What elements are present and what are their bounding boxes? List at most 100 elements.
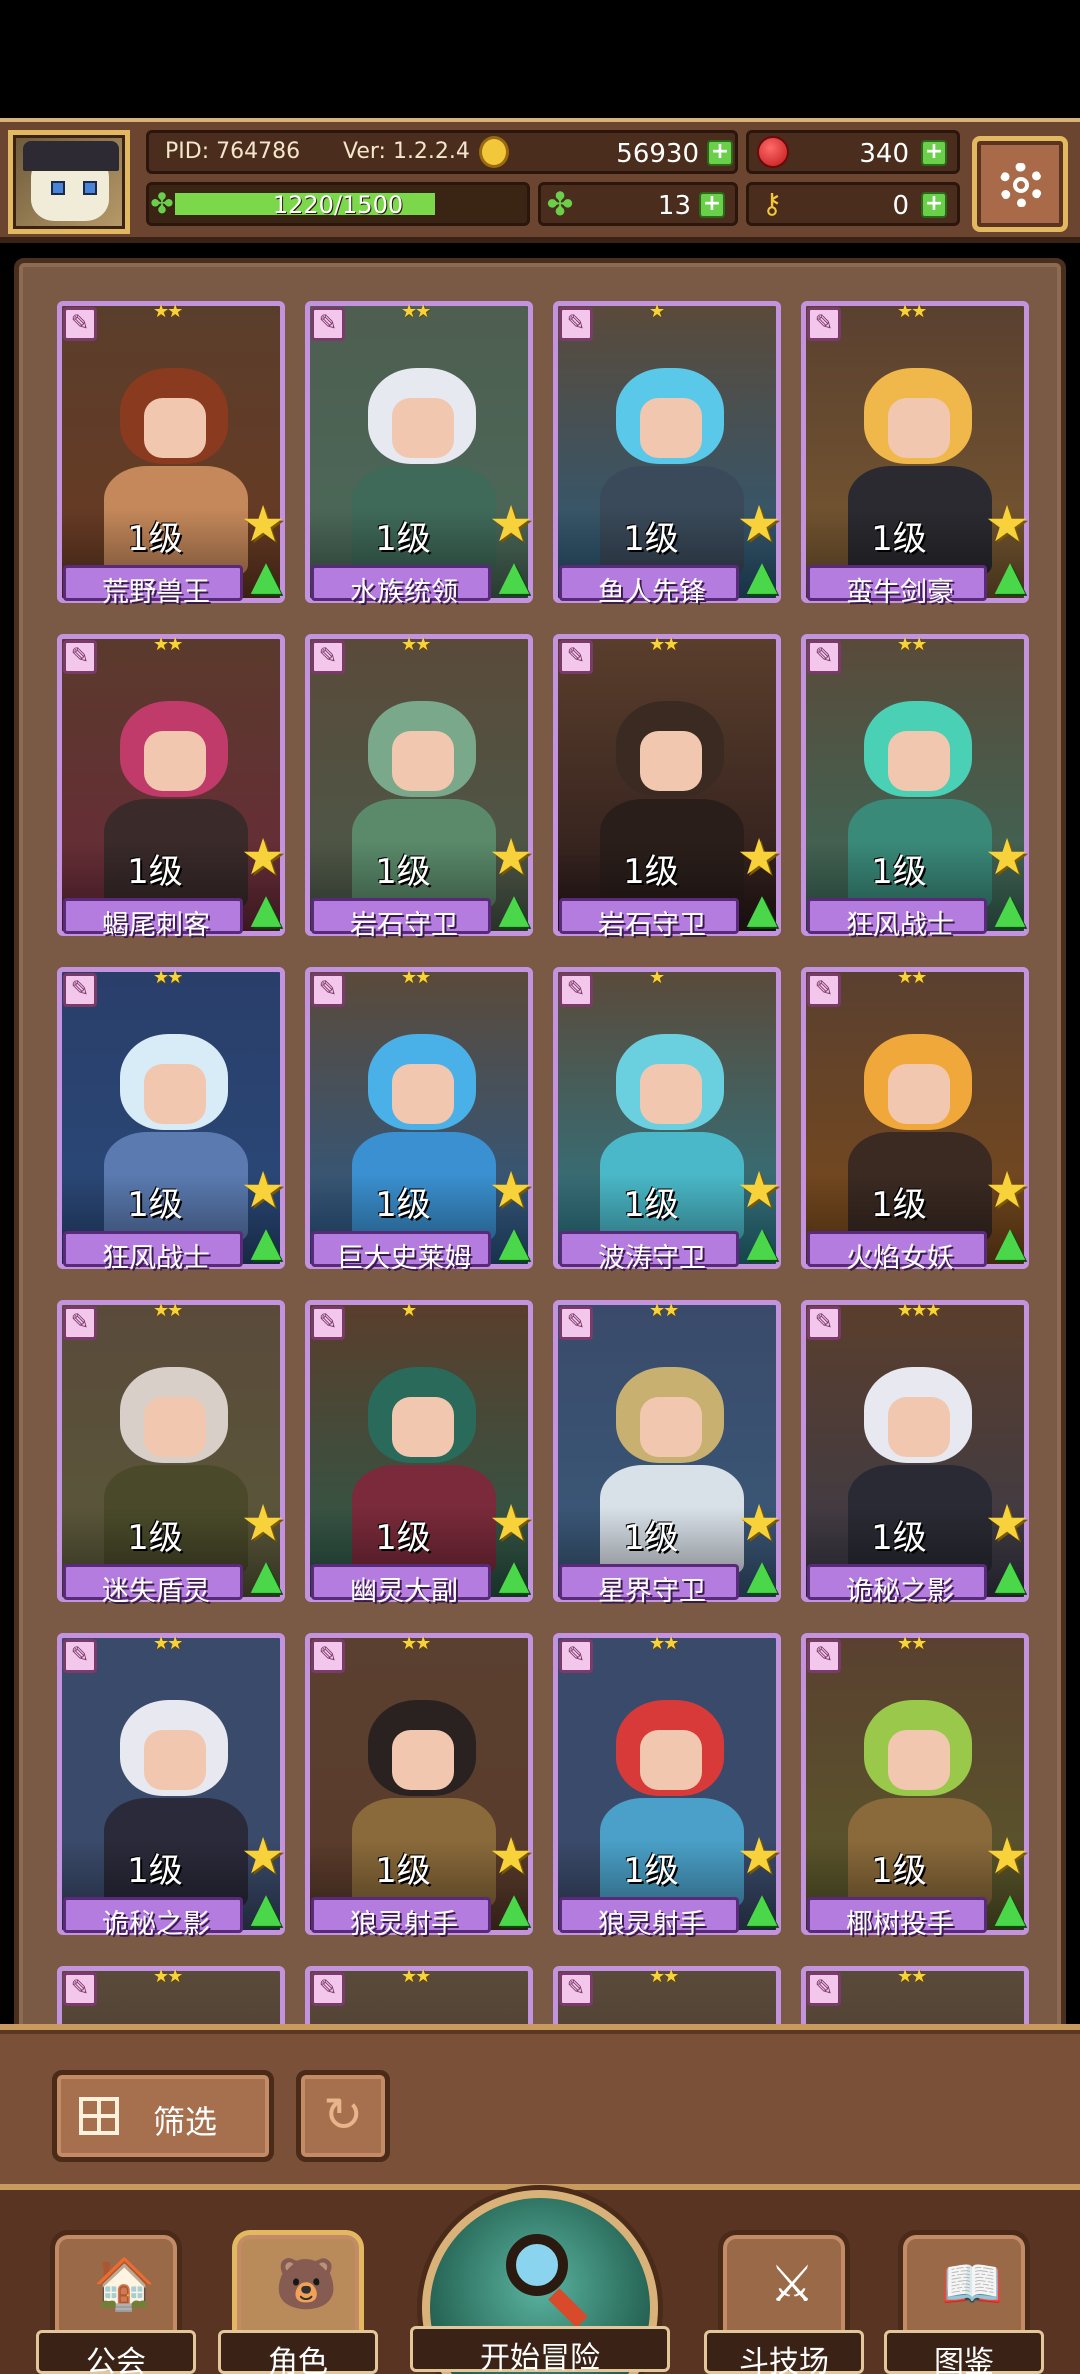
add-keys-button[interactable]: + (921, 192, 947, 218)
avatar-eye (51, 181, 65, 195)
class-feather-icon: ✎ (559, 1306, 593, 1340)
star-upgrade-icon: ★ (736, 1827, 782, 1885)
character-card[interactable]: ✎ ★★ 1级 ★ 迷失盾灵 ▲ (57, 1300, 285, 1607)
name-plate: 岩石守卫 (311, 898, 491, 941)
star-upgrade-icon: ★ (736, 495, 782, 553)
add-clover-button[interactable]: + (699, 192, 725, 218)
nav-character[interactable]: 🐻 角色 (218, 2230, 378, 2374)
character-level: 1级 (623, 1518, 679, 1558)
character-card[interactable]: ✎ ★ 1级 ★ 波涛守卫 ▲ (553, 967, 781, 1274)
start-adventure-label: 开始冒险 (480, 2341, 600, 2374)
level-up-arrow-icon: ▲ (250, 553, 282, 599)
name-plate: 波涛守卫 (559, 1231, 739, 1274)
character-card[interactable]: ✎ ★★ 1级 ★ 蝎尾刺客 ▲ (57, 634, 285, 941)
character-name: 岩石守卫 (598, 910, 706, 941)
settings-button[interactable] (972, 136, 1068, 232)
rarity-stars: ★ (401, 1300, 417, 1321)
player-avatar[interactable] (8, 130, 130, 234)
class-feather-icon: ✎ (311, 1972, 345, 2006)
class-feather-icon: ✎ (311, 640, 345, 674)
class-feather-icon: ✎ (559, 1639, 593, 1673)
character-card[interactable]: ✎ ★★ 1级 ★ 蛮牛剑豪 ▲ (801, 301, 1029, 608)
rarity-stars: ★★ (153, 301, 183, 322)
class-feather-icon: ✎ (807, 1972, 841, 2006)
filter-button[interactable]: 筛选 (52, 2070, 274, 2162)
level-up-arrow-icon: ▲ (746, 1885, 778, 1931)
character-face (888, 1397, 950, 1457)
character-face (888, 1730, 950, 1790)
character-name: 蝎尾刺客 (102, 910, 210, 941)
rarity-stars: ★★ (649, 1300, 679, 1321)
nav-arena[interactable]: ⚔ 斗技场 (704, 2230, 864, 2374)
character-face (392, 1397, 454, 1457)
rarity-stars: ★★ (897, 1633, 927, 1654)
resource-panel: PID: 764786 Ver: 1.2.2.4 56930 + 340 + ✤… (146, 130, 960, 235)
add-gems-button[interactable]: + (921, 140, 947, 166)
start-adventure-button[interactable]: 开始冒险 (410, 2190, 670, 2374)
resource-row-top: PID: 764786 Ver: 1.2.2.4 56930 + 340 + (146, 130, 960, 176)
status-bar (0, 0, 1080, 118)
character-face (392, 731, 454, 791)
level-up-arrow-icon: ▲ (746, 1219, 778, 1265)
nav-codex[interactable]: 📖 图鉴 (884, 2230, 1044, 2374)
character-card[interactable]: ✎ ★★ 1级 ★ 荒野兽王 ▲ (57, 301, 285, 608)
rarity-stars: ★★ (153, 1633, 183, 1654)
refresh-button[interactable]: ↻ (296, 2070, 390, 2162)
level-up-arrow-icon: ▲ (498, 886, 530, 932)
add-gold-button[interactable]: + (707, 140, 733, 166)
character-card[interactable]: ✎ ★★ 1级 ★ 椰树投手 ▲ (801, 1633, 1029, 1940)
level-up-arrow-icon: ▲ (498, 553, 530, 599)
rarity-stars: ★★ (897, 967, 927, 988)
grid-filter-icon (79, 2097, 119, 2135)
rarity-stars: ★★ (401, 1633, 431, 1654)
rarity-stars: ★ (649, 967, 665, 988)
resource-row-bottom: ✤ 1220/1500 ✤ 13 + ⚷ 0 + (146, 182, 960, 228)
rarity-stars: ★★ (897, 1966, 927, 1987)
star-upgrade-icon: ★ (240, 1494, 286, 1552)
clover-pill: ✤ 13 + (538, 182, 738, 226)
name-plate: 水族统领 (311, 565, 491, 608)
level-up-arrow-icon: ▲ (250, 1885, 282, 1931)
character-name: 水族统领 (350, 577, 458, 608)
character-card[interactable]: ✎ ★ 1级 ★ 幽灵大副 ▲ (305, 1300, 533, 1607)
character-face (640, 1397, 702, 1457)
player-id: PID: 764786 (165, 139, 301, 164)
level-up-arrow-icon: ▲ (994, 1885, 1026, 1931)
character-level: 1级 (127, 852, 183, 892)
star-upgrade-icon: ★ (488, 1494, 534, 1552)
character-face (144, 398, 206, 458)
star-upgrade-icon: ★ (240, 495, 286, 553)
character-face (392, 1064, 454, 1124)
class-feather-icon: ✎ (63, 307, 97, 341)
nav-guild[interactable]: 🏠 公会 (36, 2230, 196, 2374)
character-card[interactable]: ✎ ★★ 1级 ★ 岩石守卫 ▲ (305, 634, 533, 941)
character-card[interactable]: ✎ ★★ 1级 ★ 狼灵射手 ▲ (553, 1633, 781, 1940)
character-card[interactable]: ✎ ★★ 1级 ★ 巨大史莱姆 ▲ (305, 967, 533, 1274)
character-card[interactable]: ✎ ★★ 1级 ★ 狂风战士 ▲ (801, 634, 1029, 941)
character-card[interactable]: ✎ ★ 1级 ★ 鱼人先锋 ▲ (553, 301, 781, 608)
character-card[interactable]: ✎ ★★ 1级 ★ 岩石守卫 ▲ (553, 634, 781, 941)
character-card[interactable]: ✎ ★★ 1级 ★ 火焰女妖 ▲ (801, 967, 1029, 1274)
star-upgrade-icon: ★ (984, 1827, 1030, 1885)
class-feather-icon: ✎ (559, 973, 593, 1007)
rarity-stars: ★★ (897, 634, 927, 655)
character-card[interactable]: ✎ ★★ 1级 ★ 狂风战士 ▲ (57, 967, 285, 1274)
character-level: 1级 (623, 1185, 679, 1225)
character-card[interactable]: ✎ ★★ 1级 ★ 狼灵射手 ▲ (305, 1633, 533, 1940)
name-plate: 鱼人先锋 (559, 565, 739, 608)
character-level: 1级 (623, 852, 679, 892)
character-name: 星界守卫 (598, 1576, 706, 1607)
name-plate: 岩石守卫 (559, 898, 739, 941)
character-card[interactable]: ✎ ★★ 1级 ★ 诡秘之影 ▲ (57, 1633, 285, 1940)
gear-icon-core (1013, 177, 1029, 193)
character-name: 岩石守卫 (350, 910, 458, 941)
nav-label-box: 斗技场 (704, 2330, 864, 2374)
class-feather-icon: ✎ (807, 1306, 841, 1340)
character-name: 荒野兽王 (102, 577, 210, 608)
class-feather-icon: ✎ (807, 307, 841, 341)
character-card[interactable]: ✎ ★★ 1级 ★ 水族统领 ▲ (305, 301, 533, 608)
character-card[interactable]: ✎ ★★★ 1级 ★ 诡秘之影 ▲ (801, 1300, 1029, 1607)
key-amount: 0 (892, 191, 909, 221)
level-up-arrow-icon: ▲ (498, 1885, 530, 1931)
character-card[interactable]: ✎ ★★ 1级 ★ 星界守卫 ▲ (553, 1300, 781, 1607)
